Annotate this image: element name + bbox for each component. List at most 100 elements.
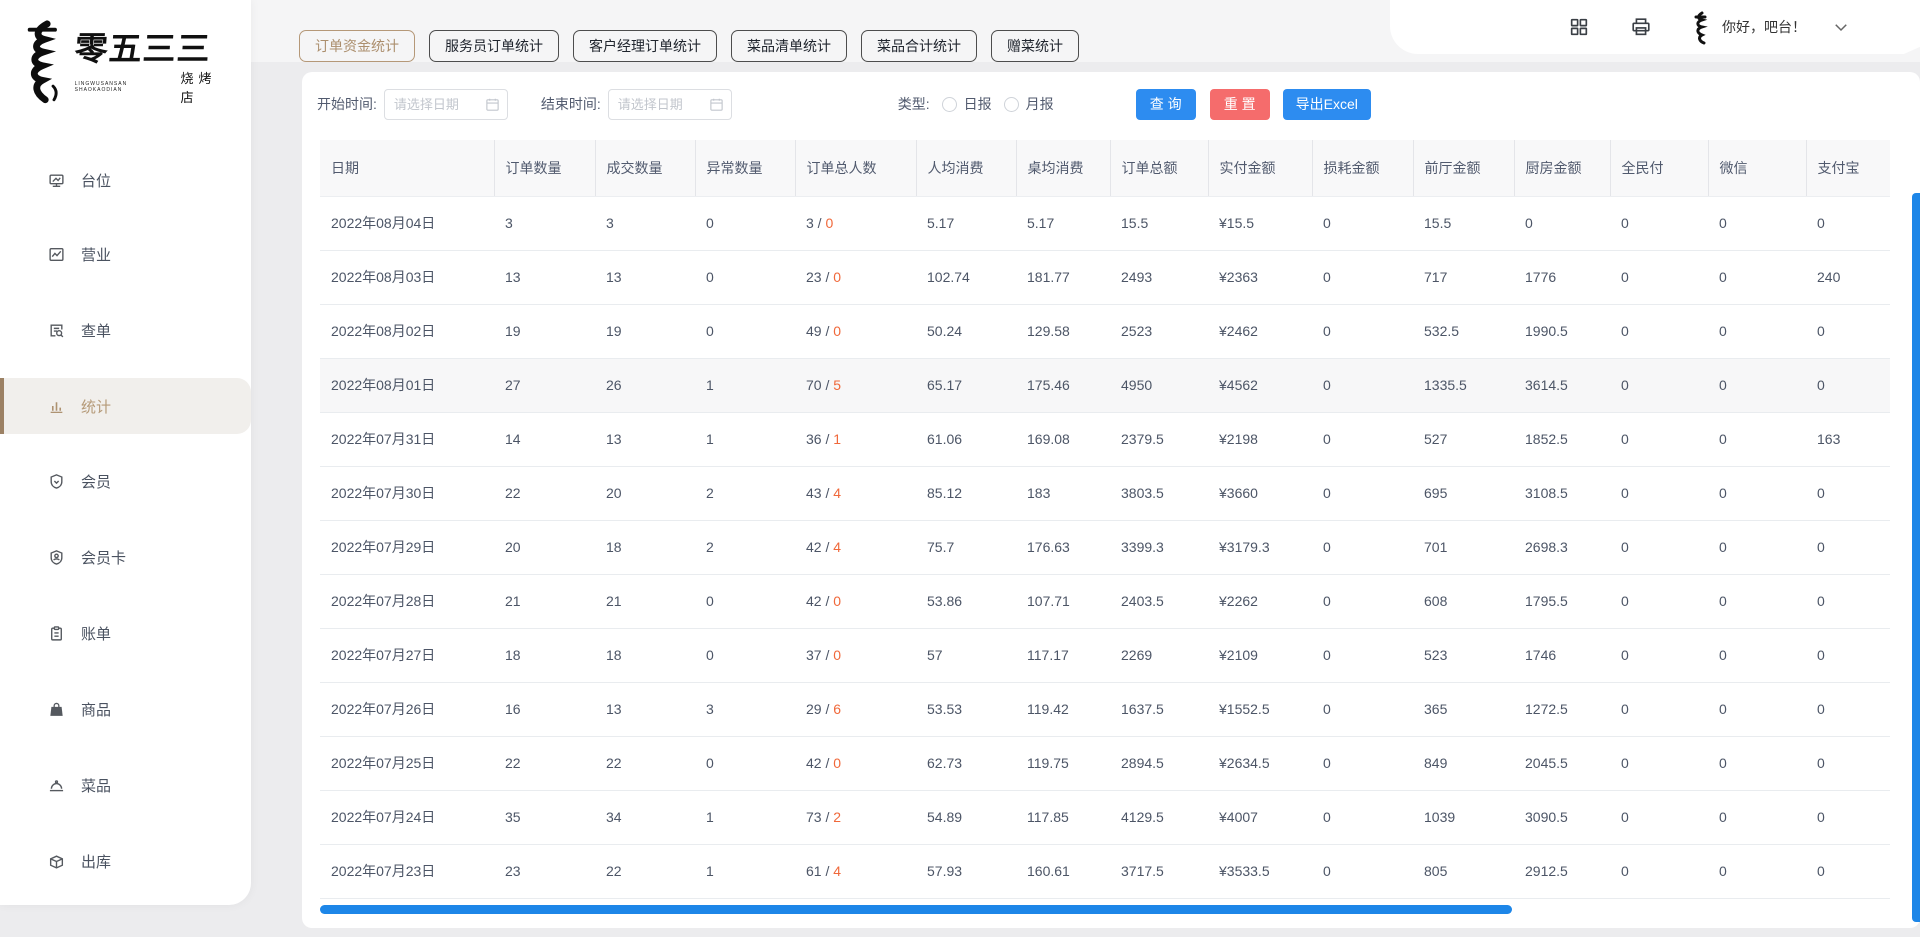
radio-monthly-label: 月报 [1026,94,1054,114]
cell-deal-count: 13 [595,250,695,304]
cell-kitchen-amount: 1852.5 [1514,412,1610,466]
sidebar-item-bill[interactable]: 账单 [0,605,251,661]
cell-wechat: 0 [1708,628,1806,682]
cell-date: 2022年07月27日 [320,628,494,682]
cell-loss-amount: 0 [1312,466,1413,520]
apps-grid-icon[interactable] [1568,16,1590,38]
cell-paid-amount: ¥2634.5 [1208,736,1312,790]
cell-per-person: 50.24 [916,304,1016,358]
horizontal-scrollbar-thumb[interactable] [320,905,1512,914]
cell-order-total: 4129.5 [1110,790,1208,844]
cell-front-amount: 15.5 [1413,196,1514,250]
sidebar-item-statistics[interactable]: 统计 [0,378,251,434]
cell-front-amount: 805 [1413,844,1514,898]
tab-account-manager-orders[interactable]: 客户经理订单统计 [573,30,717,62]
cell-abnormal-count: 0 [695,196,795,250]
cell-per-person: 53.53 [916,682,1016,736]
cell-paid-amount: ¥2462 [1208,304,1312,358]
cell-kitchen-amount: 2912.5 [1514,844,1610,898]
cell-alipay: 0 [1806,466,1890,520]
sidebar-item-outbound[interactable]: 出库 [0,833,251,889]
cell-date: 2022年07月26日 [320,682,494,736]
cell-order-total: 2523 [1110,304,1208,358]
cell-loss-amount: 0 [1312,304,1413,358]
member-icon [48,473,65,490]
sidebar-item-label: 统计 [81,396,111,417]
cell-alipay: 0 [1806,844,1890,898]
cell-deal-count: 22 [595,736,695,790]
col-abnormal-count: 异常数量 [695,140,795,196]
start-date-input[interactable] [394,97,482,112]
calendar-icon [709,97,724,112]
cell-per-person: 85.12 [916,466,1016,520]
cell-deal-count: 13 [595,682,695,736]
cell-wechat: 0 [1708,196,1806,250]
end-date-input[interactable] [618,97,706,112]
cell-total-people: 42 / 4 [795,520,916,574]
tab-order-funds[interactable]: 订单资金统计 [299,30,415,62]
cell-front-amount: 1039 [1413,790,1514,844]
vertical-scrollbar-thumb[interactable] [1912,193,1920,922]
cell-order-total: 3399.3 [1110,520,1208,574]
cell-order-count: 22 [494,736,595,790]
cell-front-amount: 1335.5 [1413,358,1514,412]
table-seat-icon [48,172,65,189]
cell-total-people: 3 / 0 [795,196,916,250]
cell-order-total: 3717.5 [1110,844,1208,898]
query-button[interactable]: 查 询 [1136,89,1196,120]
reset-button[interactable]: 重 置 [1210,89,1270,120]
cell-wechat: 0 [1708,520,1806,574]
sidebar-item-member-card[interactable]: 会员卡 [0,529,251,585]
tab-dish-list[interactable]: 菜品清单统计 [731,30,847,62]
cell-alipay: 163 [1806,412,1890,466]
radio-monthly[interactable]: 月报 [1004,94,1054,114]
start-date-picker[interactable] [384,89,508,120]
cell-date: 2022年08月01日 [320,358,494,412]
cell-date: 2022年07月25日 [320,736,494,790]
cell-per-table: 160.61 [1016,844,1110,898]
sidebar-item-label: 出库 [81,851,111,872]
export-excel-button[interactable]: 导出Excel [1283,89,1371,120]
end-date-picker[interactable] [608,89,732,120]
sidebar-item-business[interactable]: 营业 [0,226,251,282]
cell-abnormal-count: 0 [695,736,795,790]
cell-per-table: 119.42 [1016,682,1110,736]
logo-latin: LINGWUSANSAN SHAOKAODIAN [75,81,175,93]
cell-alipay: 0 [1806,628,1890,682]
sidebar-item-table-seat[interactable]: 台位 [0,152,251,208]
cell-deal-count: 3 [595,196,695,250]
sidebar-item-order-search[interactable]: 查单 [0,302,251,358]
cell-paid-amount: ¥15.5 [1208,196,1312,250]
cell-wechat: 0 [1708,466,1806,520]
sidebar: 零五三三 LINGWUSANSAN SHAOKAODIAN 烧烤店 台位 营业 … [0,0,251,905]
cell-order-count: 35 [494,790,595,844]
cell-per-table: 129.58 [1016,304,1110,358]
printer-icon[interactable] [1630,16,1652,38]
cell-paid-amount: ¥3533.5 [1208,844,1312,898]
cell-loss-amount: 0 [1312,520,1413,574]
cell-total-people: 49 / 0 [795,304,916,358]
tab-dish-totals[interactable]: 菜品合计统计 [861,30,977,62]
tab-free-dishes[interactable]: 赠菜统计 [991,30,1079,62]
cell-kitchen-amount: 0 [1514,196,1610,250]
sidebar-item-member[interactable]: 会员 [0,453,251,509]
col-loss-amount: 损耗金额 [1312,140,1413,196]
chevron-down-icon[interactable] [1832,18,1850,36]
radio-daily[interactable]: 日报 [942,94,992,114]
cell-order-total: 2403.5 [1110,574,1208,628]
filter-bar: 开始时间: 结束时间: 类型: 日报 月报 查 询 重 置 导出Excel [302,88,1920,120]
cell-order-total: 3803.5 [1110,466,1208,520]
sidebar-item-dish[interactable]: 菜品 [0,757,251,813]
cell-front-amount: 523 [1413,628,1514,682]
cell-order-total: 2379.5 [1110,412,1208,466]
cell-per-person: 5.17 [916,196,1016,250]
statistics-table: 日期 订单数量 成交数量 异常数量 订单总人数 人均消费 桌均消费 订单总额 实… [320,140,1890,899]
screen: 你好，吧台！ 零五三三 LINGWUSANSAN SHAOKAODIAN 烧烤店 [0,0,1920,937]
cell-quanminfu: 0 [1610,196,1708,250]
sidebar-item-goods[interactable]: 商品 [0,681,251,737]
table-row: 2022年07月27日 18 18 0 37 / 0 57 117.17 226… [320,628,1890,682]
cell-alipay: 0 [1806,358,1890,412]
tab-waiter-orders[interactable]: 服务员订单统计 [429,30,559,62]
sidebar-item-label: 台位 [81,170,111,191]
horizontal-scrollbar-track [320,905,1890,914]
